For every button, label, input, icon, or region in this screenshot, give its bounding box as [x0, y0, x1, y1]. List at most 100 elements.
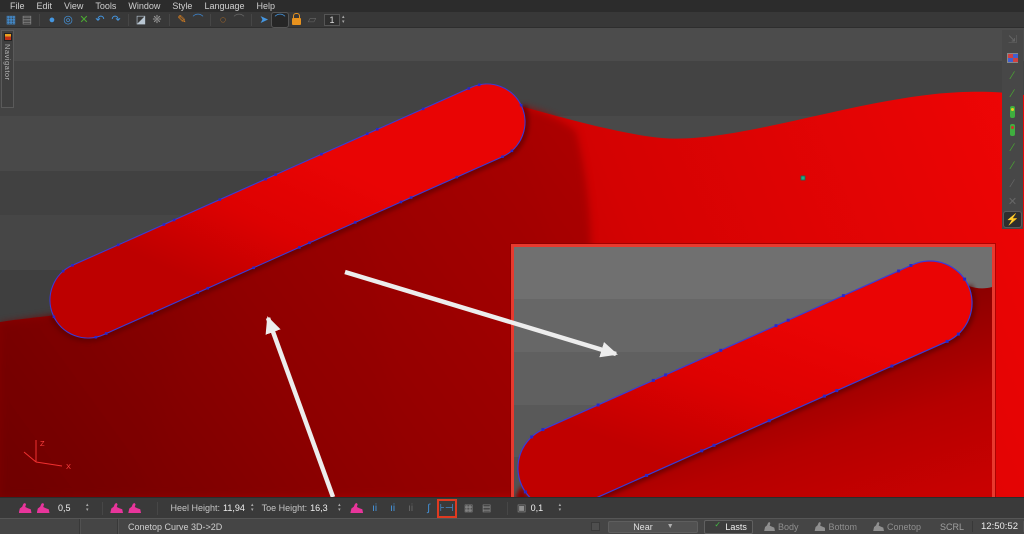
table-1-icon[interactable]: ▦ [461, 501, 477, 516]
shoe-tool-icon[interactable] [349, 501, 365, 516]
spring-curve-icon[interactable]: ∫ [421, 501, 437, 516]
lock-icon[interactable] [288, 13, 304, 27]
layer-toggle-body[interactable]: Body [759, 521, 804, 533]
layer-spinner[interactable]: ▴▾ [342, 15, 345, 25]
check-icon: ✓ [714, 520, 721, 529]
grading-box-icon[interactable]: ▣ [514, 501, 530, 516]
navigator-icon [4, 33, 12, 41]
status-right-cluster: Near ▼ ✓ Lasts Body Bottom Conetop SCRL … [589, 520, 1024, 534]
heel-edit-icon[interactable] [127, 501, 143, 516]
menu-tools[interactable]: Tools [89, 0, 122, 12]
open-project-icon[interactable]: ▤ [19, 13, 35, 27]
menu-view[interactable]: View [58, 0, 89, 12]
grading-spinner[interactable]: ▴▾ [559, 503, 562, 513]
heel-raise-icon[interactable] [17, 501, 33, 516]
dotted-circle-icon[interactable]: ◌ [215, 13, 231, 27]
curve-disabled-icon: ∕ [1004, 176, 1021, 191]
curve-tool-1-icon[interactable]: ∕ [1004, 68, 1021, 83]
toolbar-separator [152, 502, 158, 515]
ghost-icon: ▱ [304, 13, 320, 27]
navigator-label: Navigator [3, 44, 12, 81]
layer-toggle-conetop[interactable]: Conetop [868, 521, 926, 533]
status-cell-2 [80, 519, 118, 534]
measure-a1-icon[interactable]: ıi [367, 501, 383, 516]
heel-height-spinner[interactable]: ▴▾ [251, 503, 254, 513]
table-view-icon[interactable] [1004, 50, 1021, 65]
toolbar-separator [206, 14, 211, 26]
toolbar-separator [165, 14, 170, 26]
heel-lower-icon[interactable] [35, 501, 51, 516]
redo-icon[interactable]: ↷ [108, 13, 124, 27]
magnifier-inset-window [511, 244, 995, 497]
application-window: File Edit View Tools Window Style Langua… [0, 0, 1024, 534]
axis-x-label: X [66, 462, 71, 471]
heel-height-value[interactable]: 11,94 [223, 503, 249, 513]
near-filter-checkbox[interactable] [591, 522, 600, 531]
pen-icon[interactable]: ✎ [174, 13, 190, 27]
cut-icon[interactable]: ✕ [76, 13, 92, 27]
snap-mode-value: Near [633, 522, 653, 532]
chevron-down-icon: ▼ [667, 523, 674, 530]
toe-height-label: Toe Height: [262, 503, 308, 513]
layer-number-field[interactable]: 1 [324, 14, 340, 26]
conetop-icon [873, 522, 884, 531]
menu-language[interactable]: Language [198, 0, 250, 12]
flash-tool-icon[interactable]: ⚡ [1004, 212, 1021, 227]
step-value-field[interactable]: 0,5 [58, 503, 84, 513]
cursor-icon[interactable]: ➤ [256, 13, 272, 27]
measure-a2-icon[interactable]: ıi [385, 501, 401, 516]
curve-edit-icon[interactable]: ⌒ [190, 13, 206, 27]
toe-height-value[interactable]: 16,3 [310, 503, 336, 513]
magnifier-scene [514, 247, 992, 497]
menu-edit[interactable]: Edit [31, 0, 59, 12]
girth-tool-red-icon[interactable] [1004, 122, 1021, 137]
right-toolbar: ⇲ ∕ ∕ ∕ ∕ ∕ ✕ ⚡ [1002, 30, 1023, 229]
curve-disabled-icon: ⌒ [231, 13, 247, 27]
status-message: Conetop Curve 3D->2D [118, 522, 232, 532]
curve-tool-2-icon[interactable]: ∕ [1004, 86, 1021, 101]
axis-z-label: Z [40, 439, 45, 448]
table-2-icon[interactable]: ▤ [479, 501, 495, 516]
save-icon[interactable]: ▦ [3, 13, 19, 27]
delete-disabled-icon: ✕ [1004, 194, 1021, 209]
heel-add-icon[interactable] [109, 501, 125, 516]
curve-tool-4-icon[interactable]: ∕ [1004, 158, 1021, 173]
main-toolbar: ▦ ▤ ● ◎ ✕ ↶ ↷ ◪ ❋ ✎ ⌒ ◌ ⌒ ➤ ⌒ ▱ 1 ▴▾ [0, 12, 1024, 28]
toolbar-separator [124, 14, 129, 26]
layer-toggle-lasts[interactable]: ✓ Lasts [704, 520, 753, 534]
orbit-icon[interactable]: ● [44, 13, 60, 27]
clock: 12:50:52 [972, 521, 1024, 532]
toolbar-separator [247, 14, 252, 26]
menu-bar: File Edit View Tools Window Style Langua… [0, 0, 1024, 12]
conetop-measure-icon-highlighted[interactable]: ⊦⊣ [439, 501, 455, 516]
menu-file[interactable]: File [4, 0, 31, 12]
toolbar-separator [502, 502, 508, 515]
undo-icon[interactable]: ↶ [92, 13, 108, 27]
menu-help[interactable]: Help [250, 0, 281, 12]
body-icon [764, 522, 775, 531]
navigator-tab[interactable]: Navigator [1, 30, 14, 108]
snap-mode-dropdown[interactable]: Near ▼ [608, 521, 698, 533]
menu-window[interactable]: Window [122, 0, 166, 12]
viewport-3d[interactable]: Z X [0, 28, 1024, 497]
heel-toe-toolbar: 0,5 ▴▾ Heel Height: 11,94 ▴▾ Toe Height:… [0, 497, 1024, 518]
grading-value-field[interactable]: 0,1 [531, 503, 557, 513]
curve-tool-3-icon[interactable]: ∕ [1004, 140, 1021, 155]
layer-toggle-bottom[interactable]: Bottom [809, 521, 862, 533]
zoom-icon[interactable]: ◎ [60, 13, 76, 27]
step-spinner[interactable]: ▴▾ [86, 503, 89, 513]
eraser-icon[interactable]: ◪ [133, 13, 149, 27]
curve-active-icon[interactable]: ⌒ [272, 13, 288, 27]
transform-disabled-icon: ⇲ [1004, 32, 1021, 47]
status-cell-1 [0, 519, 80, 534]
measure-a3-disabled-icon: ıi [403, 501, 419, 516]
spray-icon[interactable]: ❋ [149, 13, 165, 27]
girth-tool-yellow-icon[interactable] [1004, 104, 1021, 119]
scroll-lock-indicator: SCRL [940, 522, 964, 532]
bottom-icon [814, 522, 825, 531]
menu-style[interactable]: Style [166, 0, 198, 12]
toolbar-separator [97, 502, 103, 515]
heel-height-label: Heel Height: [171, 503, 221, 513]
toe-height-spinner[interactable]: ▴▾ [338, 503, 341, 513]
surface-point-marker[interactable] [801, 176, 805, 180]
